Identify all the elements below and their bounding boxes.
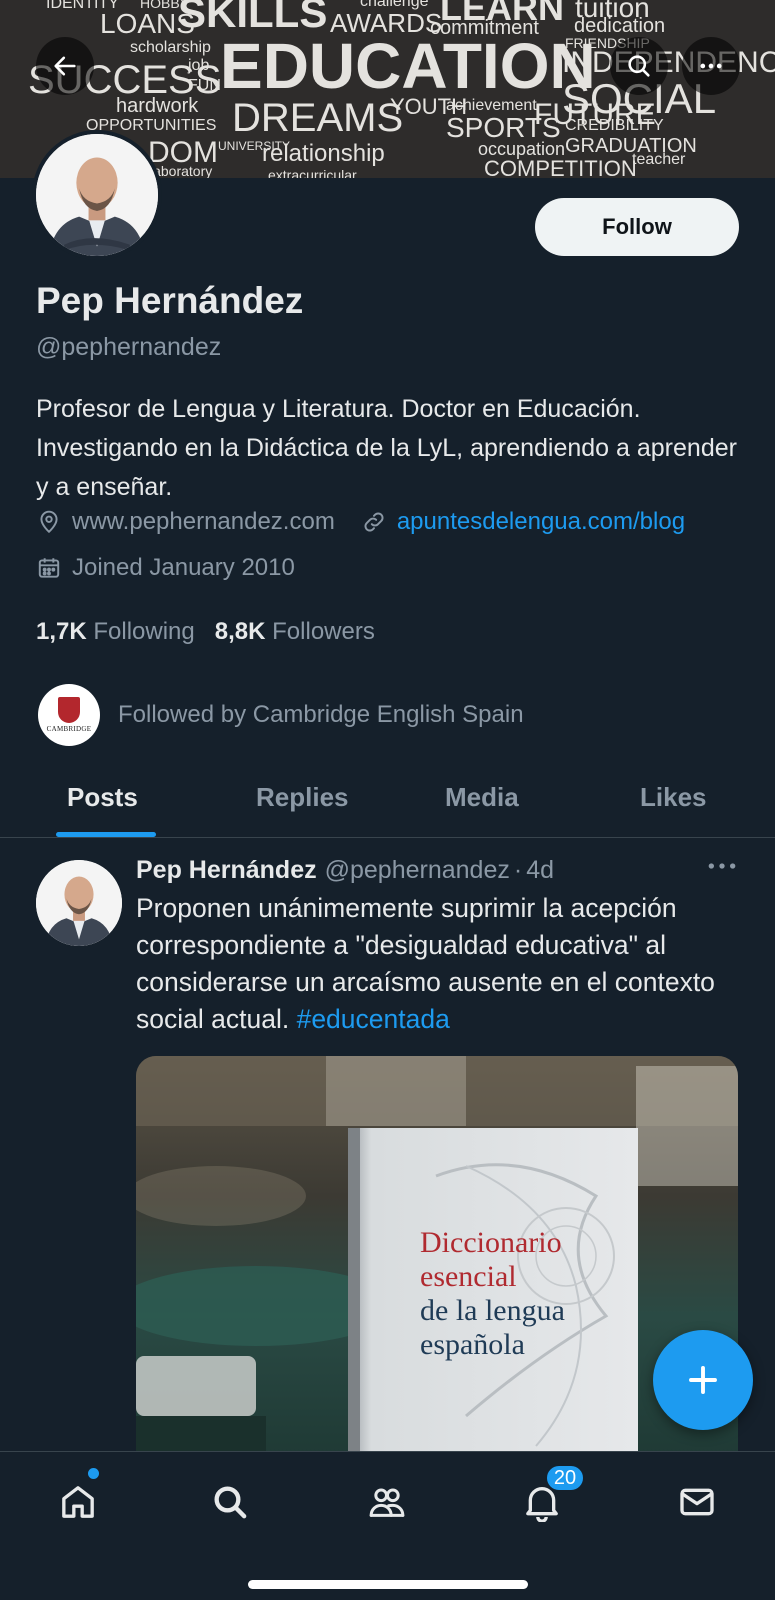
profile-tabs: Posts Replies Media Likes <box>0 768 775 838</box>
search-icon <box>628 55 650 77</box>
post-author-avatar[interactable] <box>36 860 122 946</box>
banner-word: teacher <box>632 151 686 168</box>
search-icon <box>214 1486 247 1519</box>
profile-website-link[interactable]: apuntesdelengua.com/blog <box>397 508 685 536</box>
home-unread-dot <box>88 1468 99 1479</box>
search-button[interactable] <box>610 37 668 95</box>
banner-word: relationship <box>262 140 385 167</box>
plus-icon <box>689 1366 717 1394</box>
tab-media[interactable]: Media <box>445 782 519 813</box>
home-icon <box>62 1486 94 1518</box>
nav-home[interactable] <box>48 1472 108 1532</box>
post-author-name[interactable]: Pep Hernández <box>136 856 317 885</box>
followers-count: 8,8K <box>214 618 266 645</box>
post-author-handle: @pephernandez <box>324 856 510 884</box>
notification-badge: 20 <box>545 1464 585 1492</box>
profile-joined-date: Joined January 2010 <box>72 554 295 581</box>
back-button[interactable] <box>36 37 94 95</box>
post-header: Pep Hernández @pephernandez · 4d <box>136 856 554 885</box>
post-separator: · <box>513 856 523 884</box>
post-media-image[interactable]: Diccionario esencial de la lengua españo… <box>136 1056 738 1456</box>
cambridge-shield-icon <box>58 697 80 723</box>
followed-by-row[interactable]: CAMBRIDGE Followed by Cambridge English … <box>38 684 524 746</box>
followers-label: Followers <box>272 618 375 645</box>
banner-word: extracurricular <box>268 167 357 178</box>
nav-search[interactable] <box>200 1472 260 1532</box>
tab-replies[interactable]: Replies <box>256 782 349 813</box>
profile-location: www.pephernandez.com <box>72 508 335 535</box>
post-text: Proponen unánimemente suprimir la acepci… <box>136 890 746 1038</box>
banner-word: EDUCATION <box>220 30 596 102</box>
following-count: 1,7K <box>36 618 87 645</box>
bottom-navigation: 20 <box>0 1451 775 1600</box>
messages-icon <box>680 1488 714 1516</box>
nav-communities[interactable] <box>357 1472 417 1532</box>
person-photo <box>36 134 158 256</box>
banner-word: SKILLS <box>178 0 328 36</box>
following-stat[interactable]: 1,7K Following <box>36 618 195 646</box>
following-label: Following <box>93 618 195 645</box>
home-indicator-bar <box>248 1580 528 1589</box>
nav-messages[interactable] <box>667 1472 727 1532</box>
profile-bio: Profesor de Lengua y Literatura. Doctor … <box>36 395 737 501</box>
banner-word: scholarship <box>130 39 211 56</box>
banner-word: INDEPENDENCE <box>562 46 775 79</box>
book-title-line: de la lengua <box>420 1294 565 1327</box>
profile-display-name: Pep Hernández <box>36 280 304 321</box>
profile-stats: 1,7K Following 8,8K Followers <box>36 618 375 646</box>
profile-joined-row: Joined January 2010 <box>36 554 295 582</box>
banner-word: COMPETITION <box>484 156 637 179</box>
profile-handle: @pephernandez <box>36 333 222 361</box>
link-icon <box>364 512 384 532</box>
followers-stat[interactable]: 8,8K Followers <box>215 618 375 646</box>
banner-word: hardwork <box>116 95 199 117</box>
book-title-line: española <box>420 1328 525 1361</box>
profile-meta-links: www.pephernandez.com apuntesdelengua.com… <box>36 508 685 536</box>
tab-likes[interactable]: Likes <box>640 782 707 813</box>
followed-by-text: Followed by Cambridge English Spain <box>118 701 524 728</box>
post-time: 4d <box>526 856 554 884</box>
profile-avatar[interactable] <box>32 130 162 260</box>
more-options-button[interactable] <box>682 37 740 95</box>
banner-word: challenge <box>360 0 429 10</box>
calendar-icon <box>38 558 60 578</box>
post-hashtag[interactable]: #educentada <box>297 1004 450 1034</box>
more-horizontal-icon <box>700 63 722 69</box>
tab-posts[interactable]: Posts <box>67 782 138 813</box>
banner-word: FUN <box>188 77 221 94</box>
book-title-line: Diccionario <box>420 1226 562 1259</box>
communities-icon <box>369 1488 405 1517</box>
follow-button[interactable]: Follow <box>535 198 739 256</box>
banner-word: DREAMS <box>232 96 404 140</box>
more-horizontal-icon <box>708 863 736 869</box>
compose-post-button[interactable] <box>653 1330 753 1430</box>
post-more-button[interactable] <box>706 858 738 884</box>
cambridge-logo: CAMBRIDGE <box>38 684 100 746</box>
banner-word: CREDIBILITY <box>565 117 664 134</box>
banner-word: job <box>188 57 210 74</box>
cambridge-logo-text: CAMBRIDGE <box>46 725 92 733</box>
person-photo <box>36 860 122 946</box>
dictionary-photo: Diccionario esencial de la lengua españo… <box>136 1056 738 1456</box>
arrow-left-icon <box>54 56 76 76</box>
location-pin-icon <box>40 510 58 534</box>
active-tab-indicator <box>56 832 156 837</box>
book-title-line: esencial <box>420 1260 517 1293</box>
